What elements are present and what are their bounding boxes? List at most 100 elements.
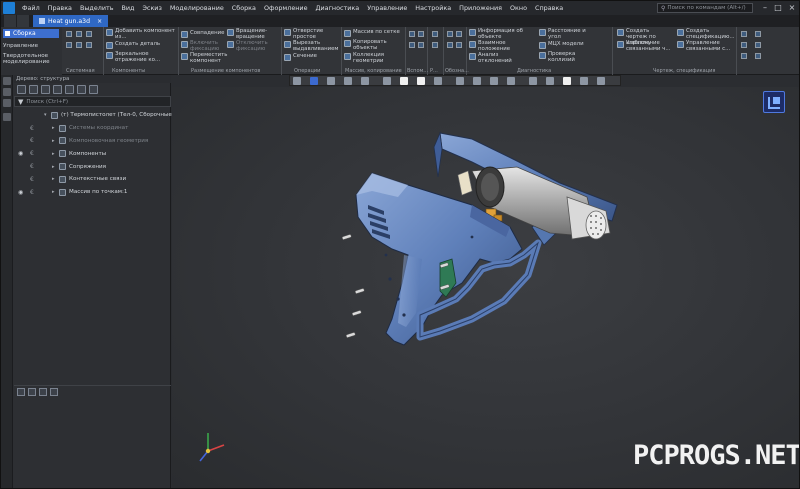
filter-view-icon[interactable] <box>563 77 571 85</box>
tree-display-icon[interactable] <box>41 84 50 94</box>
tree-row[interactable]: € ▸ Контекстные связи <box>14 173 171 186</box>
save-icon[interactable] <box>66 31 72 37</box>
report-icon[interactable] <box>741 31 747 37</box>
tree-list-icon[interactable] <box>77 84 86 94</box>
cut-extrude-button[interactable]: Вырезать выдавливанием <box>284 40 341 53</box>
include-icon[interactable]: € <box>30 176 37 183</box>
menu-view[interactable]: Вид <box>118 4 139 12</box>
expand-icon[interactable]: ▸ <box>52 176 55 182</box>
menu-settings[interactable]: Настройка <box>411 4 455 12</box>
tree-options-icon[interactable] <box>89 84 98 94</box>
expand-icon[interactable]: ▸ <box>52 138 55 144</box>
display-mode-icon[interactable] <box>417 77 425 85</box>
filter-icon[interactable] <box>86 42 92 48</box>
tree-tab-icon[interactable] <box>3 77 11 85</box>
view-cube-icon[interactable] <box>400 77 408 85</box>
new-tab-icon[interactable] <box>17 15 29 27</box>
select-icon[interactable] <box>76 42 82 48</box>
command-search-input[interactable]: ⚲ Поиск по командам (Alt+/) <box>657 3 753 13</box>
shading-icon[interactable] <box>434 77 442 85</box>
parameters-tab-icon[interactable] <box>3 88 11 96</box>
mutual-position-button[interactable]: Взаимное положение <box>469 40 524 53</box>
collapse-icon[interactable]: ▾ <box>44 112 47 118</box>
match-button[interactable]: Совпадение <box>181 30 224 38</box>
undo-icon[interactable] <box>76 31 82 37</box>
hole-button[interactable]: Отверстие простое <box>284 28 339 41</box>
menu-diagnostics[interactable]: Диагностика <box>312 4 364 12</box>
include-icon[interactable]: € <box>30 125 37 132</box>
tree-search-input[interactable]: ▼ Поиск (Ctrl+F) <box>14 96 171 107</box>
expand-icon[interactable]: ▸ <box>52 164 55 170</box>
disable-fix-button[interactable]: Отключить фиксацию <box>227 40 276 53</box>
menu-manage[interactable]: Управление <box>363 4 411 12</box>
manage-linked-drawings-button[interactable]: Управление связанными ч... <box>617 40 674 53</box>
bottom-tree-icon[interactable] <box>17 387 25 396</box>
move-component-button[interactable]: Переместить компонент <box>181 52 227 65</box>
menu-select[interactable]: Выделить <box>76 4 118 12</box>
menu-sketch[interactable]: Эскиз <box>138 4 165 12</box>
create-spec-button[interactable]: Создать спецификацию... <box>677 28 736 41</box>
document-tab[interactable]: Heat gun.a3d × <box>33 15 109 27</box>
object-info-button[interactable]: Информация об объекте <box>469 28 528 41</box>
variables-tab-icon[interactable] <box>3 99 11 107</box>
tree-group-icon[interactable] <box>65 84 74 94</box>
maximize-icon[interactable]: □ <box>772 2 784 13</box>
home-icon[interactable] <box>4 15 16 27</box>
tree-row[interactable]: € ▸ Системы координат <box>14 122 171 135</box>
tree-row[interactable]: ◉ € ▸ Компоненты <box>14 147 171 160</box>
plane-icon[interactable] <box>409 31 415 37</box>
csys-icon[interactable] <box>418 42 424 48</box>
tab-close-icon[interactable]: × <box>97 18 102 25</box>
roughness-icon[interactable] <box>447 31 453 37</box>
eye-icon[interactable]: ◉ <box>18 189 26 196</box>
mirror-copy-button[interactable]: Зеркальное отражение ко... <box>106 51 177 64</box>
include-icon[interactable]: € <box>30 150 37 157</box>
menu-help[interactable]: Справка <box>531 4 567 12</box>
leader-icon[interactable] <box>456 31 462 37</box>
menu-apps[interactable]: Приложения <box>455 4 506 12</box>
axis-icon[interactable] <box>418 31 424 37</box>
mode-manage[interactable]: Управление <box>3 43 38 49</box>
tree-row[interactable]: € ▸ Сопряжения <box>14 160 171 173</box>
expand-icon[interactable]: ▸ <box>52 189 55 195</box>
point-icon[interactable] <box>409 42 415 48</box>
extra-tool-1-icon[interactable] <box>755 31 761 37</box>
menu-design[interactable]: Оформление <box>260 4 312 12</box>
base-icon[interactable] <box>447 42 453 48</box>
copy-objects-button[interactable]: Копировать объекты <box>344 39 389 52</box>
menu-file[interactable]: Файл <box>18 4 44 12</box>
visibility-icon[interactable] <box>529 77 537 85</box>
deviation-analysis-button[interactable]: Анализ отклонений <box>469 52 518 65</box>
extra-tool-3-icon[interactable] <box>755 53 761 59</box>
rotation-button[interactable]: Вращение-вращение <box>227 28 276 41</box>
tree-row[interactable]: ▾ (т) Термопистолет (Тел-0, Сборочные... <box>14 109 177 122</box>
properties-icon[interactable] <box>66 42 72 48</box>
section-view-icon[interactable] <box>473 77 481 85</box>
table-icon[interactable] <box>741 42 747 48</box>
manage-linked-spec-button[interactable]: Управление связанными с... <box>677 40 736 53</box>
menu-window[interactable]: Окно <box>506 4 531 12</box>
add-component-button[interactable]: Добавить компонент из... <box>106 28 177 41</box>
tolerance-icon[interactable] <box>456 42 462 48</box>
extra-tool-2-icon[interactable] <box>755 42 761 48</box>
zoom-window-icon[interactable] <box>310 77 318 85</box>
mass-props-button[interactable]: МЦХ модели <box>539 41 584 49</box>
distance-angle-button[interactable]: Расстояние и угол <box>539 28 594 41</box>
mode-assembly[interactable]: Сборка <box>3 29 59 38</box>
geometry-collection-button[interactable]: Коллекция геометрии <box>344 52 391 65</box>
more-view-icon[interactable] <box>597 77 605 85</box>
redo-icon[interactable] <box>86 31 92 37</box>
zoom-all-icon[interactable] <box>293 77 301 85</box>
settings-view-icon[interactable] <box>580 77 588 85</box>
section-button[interactable]: Сечение <box>284 53 317 61</box>
angle-dimension-icon[interactable] <box>432 42 438 48</box>
include-icon[interactable]: € <box>30 189 37 196</box>
expand-icon[interactable]: ▸ <box>52 151 55 157</box>
view-orientation-icon[interactable] <box>383 77 391 85</box>
mode-solid-modeling[interactable]: Твердотельное моделирование <box>3 53 61 65</box>
menu-assembly[interactable]: Сборка <box>228 4 260 12</box>
bottom-settings-icon[interactable] <box>50 387 58 396</box>
zoom-icon[interactable] <box>327 77 335 85</box>
rotate-icon[interactable] <box>361 77 369 85</box>
dimension-icon[interactable] <box>432 31 438 37</box>
